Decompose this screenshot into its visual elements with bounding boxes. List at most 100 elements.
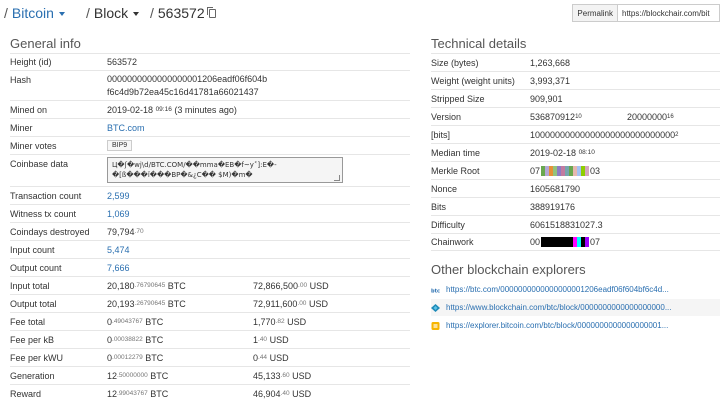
mined-value: 2019-02-18 09:16 (3 minutes ago)	[107, 101, 237, 118]
breadcrumb-chain-label[interactable]: Bitcoin	[12, 5, 54, 21]
value-dec: .00012279	[112, 354, 143, 361]
transaction-count-link[interactable]: 2,599	[107, 187, 130, 204]
date: 2019-02-18	[530, 147, 577, 158]
fee-kb-btc: 0.00038822 BTC	[107, 331, 163, 348]
breadcrumb-separator: /	[150, 5, 154, 21]
row-label: Input total	[10, 280, 50, 291]
unit: USD	[309, 280, 329, 291]
explorer-url[interactable]: https://www.blockchain.com/btc/block/000…	[446, 303, 671, 312]
row-label: Coinbase data	[10, 159, 69, 169]
row-label: Fee per kB	[10, 334, 55, 345]
coinbase-line: �[ß���ǐ���ΒΡ�&¿C�� $M)�m�	[112, 171, 253, 179]
unit: USD	[269, 352, 289, 363]
output-count-link[interactable]: 7,666	[107, 259, 130, 276]
row-label: Fee total	[10, 316, 46, 327]
height-value: 563572	[107, 57, 138, 67]
value-int: 79,794	[107, 226, 135, 237]
chevron-down-icon[interactable]	[133, 12, 140, 16]
value-dec: .70	[134, 228, 144, 235]
output-total-usd: 72,911,600.00 USD	[253, 295, 328, 312]
row-label: Miner votes	[10, 140, 57, 151]
table-row: Miner BTC.com	[10, 118, 410, 136]
svg-text:btc: btc	[431, 288, 440, 294]
breadcrumb-chain[interactable]: / Bitcoin	[4, 5, 65, 21]
header: / Bitcoin / Block / 563572 Permalink htt…	[0, 0, 720, 28]
table-row: Input total 20,180.76790645 BTC 72,866,5…	[10, 276, 410, 294]
technical-details-title: Technical details	[431, 36, 527, 51]
breadcrumb-block-id: 563572	[157, 5, 205, 21]
reward-btc: 12.99043767 BTC	[107, 385, 168, 400]
value-dec: .60	[280, 372, 290, 379]
chevron-down-icon[interactable]	[58, 12, 65, 16]
row-label: Fee per kWU	[10, 352, 64, 363]
row-label: Input count	[10, 244, 55, 255]
value-int: 45,133	[253, 370, 281, 381]
explorer-url[interactable]: https://explorer.bitcoin.com/btc/block/0…	[446, 321, 668, 330]
row-label: Height (id)	[10, 57, 52, 67]
unit: USD	[308, 298, 328, 309]
resize-handle-icon[interactable]	[334, 175, 340, 181]
unit: BTC	[167, 280, 186, 291]
copy-icon[interactable]	[206, 6, 216, 18]
breadcrumb-separator: /	[4, 5, 8, 21]
table-row: Stripped Size 909,901	[431, 89, 720, 107]
coinbase-data-textarea[interactable]: Ц�ʃ�wj\d/BTC.COM/��mma�EB�f~y˂]:E�- �[ß�…	[107, 157, 343, 183]
explorer-link-bitcoin-com[interactable]: https://explorer.bitcoin.com/btc/block/0…	[431, 317, 720, 334]
bits-binary: 10000000000000000000000000000 2	[530, 126, 679, 143]
value-dec: .44	[258, 354, 268, 361]
value: 10000000000000000000000000000	[530, 129, 676, 140]
miner-link[interactable]: BTC.com	[107, 119, 145, 136]
value-dec: .99043767	[117, 390, 148, 397]
permalink-url-field[interactable]: https://blockchair.com/bit	[618, 4, 720, 22]
fee-kwu-usd: 0.44 USD	[253, 349, 289, 366]
permalink: Permalink https://blockchair.com/bit	[572, 4, 720, 22]
merkle-root-value: 07 03	[530, 162, 600, 179]
input-total-usd: 72,866,500.00 USD	[253, 277, 329, 294]
value-dec: .82	[275, 318, 285, 325]
input-count-link[interactable]: 5,474	[107, 241, 130, 258]
permalink-button[interactable]: Permalink	[572, 4, 618, 22]
row-label: Nonce	[431, 183, 458, 194]
witness-count-link[interactable]: 1,069	[107, 205, 130, 222]
table-row: Median time 2019-02-18 08:10	[431, 143, 720, 161]
size-value: 1,263,668	[530, 57, 571, 68]
table-row: Mined on 2019-02-18 09:16 (3 minutes ago…	[10, 100, 410, 118]
table-row: Nonce 1605681790	[431, 179, 720, 197]
row-label: Hash	[10, 75, 32, 85]
row-label: Witness tx count	[10, 208, 77, 219]
unit: USD	[269, 334, 289, 345]
explorer-url[interactable]: https://btc.com/0000000000000000001206ea…	[446, 285, 669, 294]
row-label: Transaction count	[10, 190, 82, 201]
mined-time: 09:16	[155, 106, 172, 113]
row-label: Merkle Root	[431, 165, 480, 176]
table-row: Fee per kWU 0.00012279 BTC 0.44 USD	[10, 348, 410, 366]
hash-line: f6c4d9b72ea45c16d41781a66021437	[107, 86, 259, 97]
value-int: 20,193	[107, 298, 135, 309]
explorer-link-btc-com[interactable]: btc https://btc.com/00000000000000000012…	[431, 281, 720, 298]
breadcrumb-block: / 563572	[150, 5, 216, 21]
row-label: Output total	[10, 298, 57, 309]
value-dec: .40	[280, 390, 290, 397]
table-row: Version 536870912 10 20000000 16	[431, 107, 720, 125]
breadcrumb-section[interactable]: / Block	[86, 5, 140, 21]
coinbase-line: Ц�ʃ�wj\d/BTC.COM/��mma�EB�f~y˂]:E�-	[112, 161, 277, 169]
base: 2	[675, 131, 679, 138]
unit: USD	[292, 370, 312, 381]
value-int: 1,770	[253, 316, 276, 327]
breadcrumb-section-label[interactable]: Block	[94, 5, 128, 21]
row-label: Generation	[10, 370, 55, 381]
value-dec: .50000000	[117, 372, 148, 379]
explorer-link-blockchain-com[interactable]: https://www.blockchain.com/btc/block/000…	[431, 299, 720, 316]
row-label: Median time	[431, 147, 481, 158]
table-row: Input count 5,474	[10, 240, 410, 258]
table-row: Merkle Root 07 03	[431, 161, 720, 179]
unit: BTC	[145, 352, 164, 363]
other-explorers-title: Other blockchain explorers	[431, 262, 586, 277]
value: 20000000	[627, 111, 668, 122]
value-int: 46,904	[253, 388, 281, 399]
row-label: Version	[431, 111, 462, 122]
table-row: Difficulty 6061518831027.3	[431, 215, 720, 233]
value-dec: .76790645	[134, 282, 166, 289]
difficulty-value: 6061518831027.3	[530, 219, 603, 230]
table-row: Bits 388919176	[431, 197, 720, 215]
